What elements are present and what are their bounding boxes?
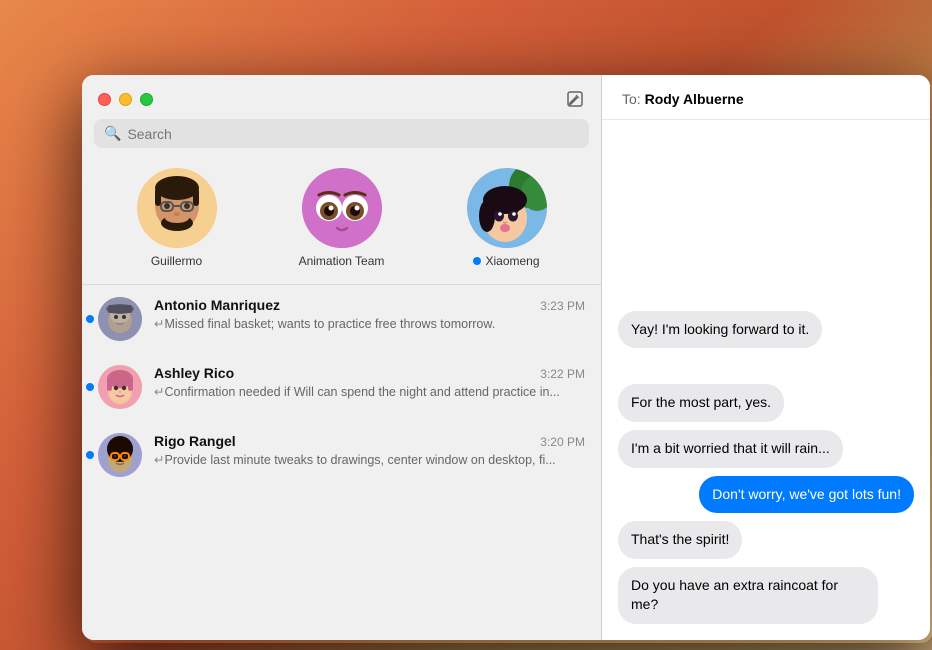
message-row-ashley[interactable]: Ashley Rico 3:22 PM ↵ Confirmation neede… — [82, 353, 601, 421]
chat-gap-1 — [618, 356, 914, 376]
message-header-ashley: Ashley Rico 3:22 PM — [154, 365, 585, 381]
search-icon: 🔍 — [104, 125, 121, 142]
avatar-guillermo — [137, 168, 217, 248]
avatar-wrapper-xiaomeng — [467, 168, 547, 248]
message-time-rigo: 3:20 PM — [540, 435, 585, 449]
message-content-rigo: Rigo Rangel 3:20 PM ↵ Provide last minut… — [154, 433, 585, 470]
chat-messages: Yay! I'm looking forward to it. For the … — [602, 120, 930, 640]
pinned-contact-animation-team[interactable]: Animation Team — [287, 168, 397, 268]
reply-icon-ashley: ↵ — [154, 384, 164, 402]
message-preview-ashley: ↵ Confirmation needed if Will can spend … — [154, 384, 585, 402]
contact-label-xiaomeng: Xiaomeng — [473, 254, 539, 268]
message-time-ashley: 3:22 PM — [540, 367, 585, 381]
avatar-wrapper-guillermo — [137, 168, 217, 248]
message-row-rigo[interactable]: Rigo Rangel 3:20 PM ↵ Provide last minut… — [82, 421, 601, 489]
message-content-ashley: Ashley Rico 3:22 PM ↵ Confirmation neede… — [154, 365, 585, 402]
reply-icon-rigo: ↵ — [154, 452, 164, 470]
traffic-lights — [98, 93, 153, 106]
minimize-button[interactable] — [119, 93, 132, 106]
contact-label-guillermo: Guillermo — [151, 254, 202, 268]
sender-name-ashley: Ashley Rico — [154, 365, 234, 381]
pinned-contact-xiaomeng[interactable]: Xiaomeng — [452, 168, 562, 268]
message-row-antonio[interactable]: Antonio Manriquez 3:23 PM ↵ Missed final… — [82, 285, 601, 353]
sender-name-antonio: Antonio Manriquez — [154, 297, 280, 313]
avatar-animation — [302, 168, 382, 248]
message-preview-antonio: ↵ Missed final basket; wants to practice… — [154, 316, 585, 334]
chat-bubble-msg4: Don't worry, we've got lots fun! — [699, 476, 914, 514]
message-content-antonio: Antonio Manriquez 3:23 PM ↵ Missed final… — [154, 297, 585, 334]
avatar-wrapper-animation-team — [302, 168, 382, 248]
message-preview-rigo: ↵ Provide last minute tweaks to drawings… — [154, 452, 585, 470]
main-window: 🔍 — [82, 75, 930, 640]
avatar-rigo — [98, 433, 142, 477]
avatar-antonio — [98, 297, 142, 341]
chat-bubble-msg1: Yay! I'm looking forward to it. — [618, 311, 822, 349]
avatar-xiaomeng — [467, 168, 547, 248]
search-bar[interactable]: 🔍 — [94, 119, 589, 148]
message-header-rigo: Rigo Rangel 3:20 PM — [154, 433, 585, 449]
chat-bubble-msg2: For the most part, yes. — [618, 384, 784, 422]
compose-button[interactable] — [565, 89, 585, 109]
sender-name-rigo: Rigo Rangel — [154, 433, 236, 449]
search-input[interactable] — [127, 126, 579, 142]
unread-dot-rigo — [86, 451, 94, 459]
chat-spacer-top — [618, 136, 914, 303]
reply-icon-antonio: ↵ — [154, 316, 164, 334]
chat-bubble-msg6: Do you have an extra raincoat for me? — [618, 567, 878, 624]
close-button[interactable] — [98, 93, 111, 106]
chat-header: To: Rody Albuerne — [602, 75, 930, 120]
chat-bubble-msg5: That's the spirit! — [618, 521, 742, 559]
contact-label-animation-team: Animation Team — [299, 254, 385, 268]
pinned-contacts: Guillermo — [82, 160, 601, 285]
avatar-ashley — [98, 365, 142, 409]
chat-panel: To: Rody Albuerne Yay! I'm looking forwa… — [602, 75, 930, 640]
chat-bubble-msg3: I'm a bit worried that it will rain... — [618, 430, 843, 468]
to-label: To: — [622, 91, 641, 107]
unread-dot-antonio — [86, 315, 94, 323]
recipient-name-bold: Rody Albuerne — [645, 91, 744, 107]
maximize-button[interactable] — [140, 93, 153, 106]
message-header-antonio: Antonio Manriquez 3:23 PM — [154, 297, 585, 313]
title-bar — [82, 75, 601, 119]
unread-dot-ashley — [86, 383, 94, 391]
online-indicator-xiaomeng — [473, 257, 481, 265]
pinned-contact-guillermo[interactable]: Guillermo — [122, 168, 232, 268]
message-list: Antonio Manriquez 3:23 PM ↵ Missed final… — [82, 285, 601, 640]
message-time-antonio: 3:23 PM — [540, 299, 585, 313]
sidebar: 🔍 — [82, 75, 602, 640]
